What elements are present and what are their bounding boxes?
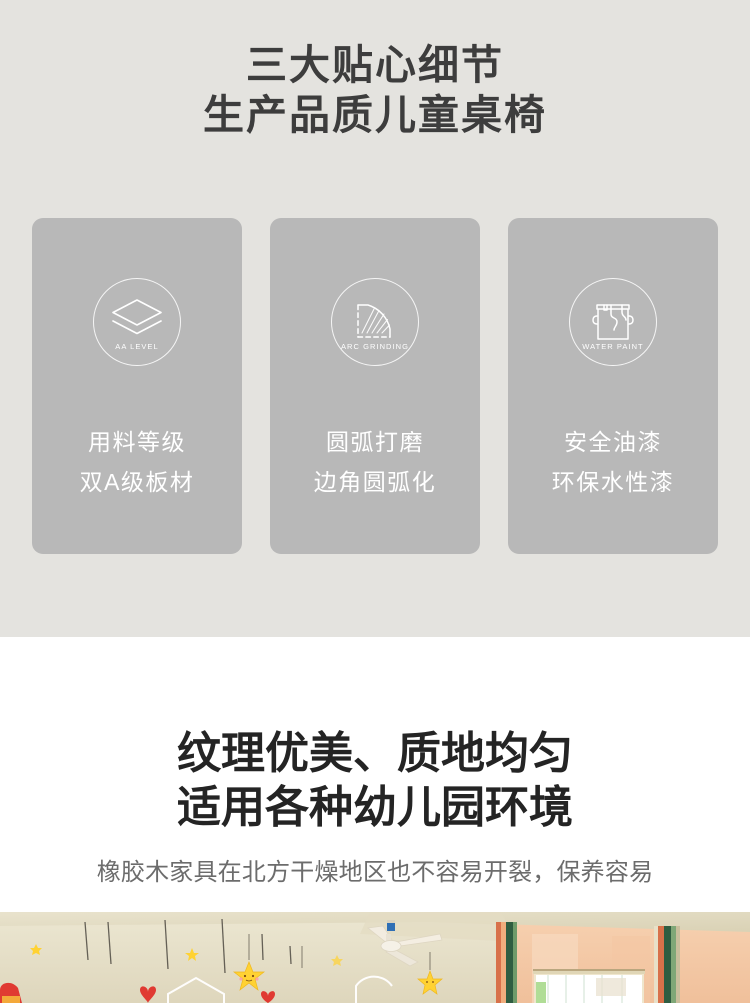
feature-card-arc-grinding[interactable]: ARC GRINDING 圆弧打磨 边角圆弧化: [270, 218, 480, 554]
layers-aa-level-icon: AA LEVEL: [93, 278, 181, 366]
feature-cards-row: AA LEVEL 用料等级 双A级板材 ARC GRINDING 圆弧打磨 边角…: [32, 218, 718, 554]
icon-caption: WATER PAINT: [582, 341, 644, 351]
card-text: 用料等级 双A级板材: [32, 423, 242, 502]
features-section: 三大贴心细节 生产品质儿童桌椅 AA LEVEL 用料等级 双A级板材 ARC …: [0, 0, 750, 637]
texture-section: 纹理优美、质地均匀 适用各种幼儿园环境 橡胶木家具在北方干燥地区也不容易开裂，保…: [0, 637, 750, 912]
texture-subtitle: 橡胶木家具在北方干燥地区也不容易开裂，保养容易: [96, 859, 654, 886]
texture-headline-line2: 适用各种幼儿园环境: [177, 783, 573, 833]
card-icon-wrap: AA LEVEL: [32, 278, 242, 366]
icon-caption: ARC GRINDING: [340, 341, 410, 351]
card-text-line1: 安全油漆: [564, 429, 662, 455]
card-icon-wrap: ARC GRINDING: [270, 278, 480, 366]
card-text: 圆弧打磨 边角圆弧化: [270, 423, 480, 502]
features-headline-line1: 三大贴心细节: [246, 42, 504, 88]
feature-card-water-paint[interactable]: WATER PAINT 安全油漆 环保水性漆: [508, 218, 718, 554]
icon-caption: AA LEVEL: [115, 341, 159, 351]
water-paint-bucket-icon: WATER PAINT: [569, 278, 657, 366]
feature-card-aa-level[interactable]: AA LEVEL 用料等级 双A级板材: [32, 218, 242, 554]
card-text: 安全油漆 环保水性漆: [508, 423, 718, 502]
card-text-line1: 圆弧打磨: [326, 429, 424, 455]
features-headline: 三大贴心细节 生产品质儿童桌椅: [0, 40, 750, 140]
card-icon-wrap: WATER PAINT: [508, 278, 718, 366]
card-text-line2: 边角圆弧化: [313, 468, 437, 495]
features-headline-line2: 生产品质儿童桌椅: [203, 92, 547, 139]
arc-grinding-icon: ARC GRINDING: [331, 278, 419, 366]
card-text-line2: 环保水性漆: [551, 468, 675, 495]
classroom-photo: [0, 912, 750, 1003]
product-detail-page: 三大贴心细节 生产品质儿童桌椅 AA LEVEL 用料等级 双A级板材 ARC …: [0, 0, 750, 1003]
card-text-line1: 用料等级: [88, 429, 186, 455]
card-text-line2: 双A级板材: [79, 468, 195, 495]
texture-headline-line1: 纹理优美、质地均匀: [177, 729, 573, 778]
texture-headline: 纹理优美、质地均匀 适用各种幼儿园环境: [0, 727, 750, 835]
